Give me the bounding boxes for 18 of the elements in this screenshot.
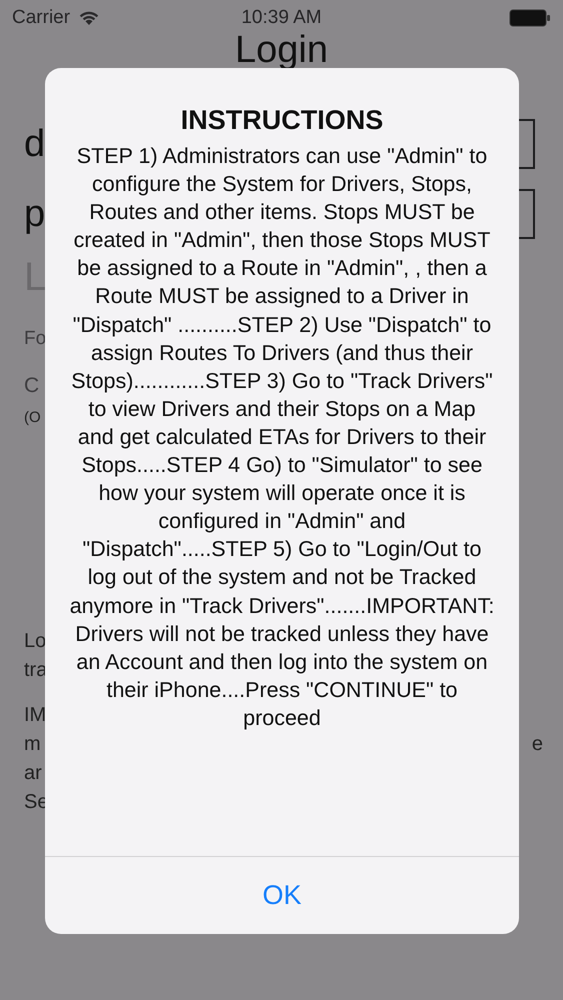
- screen-text: C: [24, 374, 40, 398]
- screen-text: Fo: [24, 328, 46, 350]
- screen-text: m: [24, 733, 41, 756]
- ok-button[interactable]: OK: [45, 856, 519, 934]
- alert-message: STEP 1) Administrators can use "Admin" to configure the System for Drivers, Stops, Routes and other items. Stops MUST be created in "Admin", then those Stops MUST be assigned to a Route in "Admin", , then a Route MUST be assigned to a Driver in "Dispatch" ..........STEP 2) Use "Dispatch" to assign Routes To Drivers (and thus their Stops)............STEP 3) Go to "Track Drivers" to view Drivers and their Stops on a Map and get calculated ETAs for Drivers to their Stops.....STEP 4 Go) to "Simulator" to see how your system will operate once it is configured in "Admin" and "Dispatch".....STEP 5) Go to "Login/Out to log out of the system and not be Tracked anymore in "Track Drivers".......IMPORTANT: Drivers will not be tracked unless they have an Account and then log into the system on their iPhone....Press "CONTINUE" to proceed: [69, 143, 495, 732]
- carrier-name: Carrier: [12, 7, 70, 29]
- screen-text: (O: [24, 408, 41, 426]
- status-time: 10:39 AM: [241, 7, 322, 29]
- wifi-icon: [78, 10, 100, 26]
- screen-text: ar: [24, 762, 42, 785]
- alert-title: INSTRUCTIONS: [180, 104, 384, 136]
- field-label: d: [24, 122, 46, 166]
- screen-text: IM: [24, 704, 46, 727]
- screen-title: Login: [234, 34, 329, 66]
- field-label: p: [24, 192, 46, 236]
- battery-icon: [509, 9, 551, 27]
- screen-text: Lo: [24, 630, 46, 653]
- screen-text: e: [532, 733, 543, 756]
